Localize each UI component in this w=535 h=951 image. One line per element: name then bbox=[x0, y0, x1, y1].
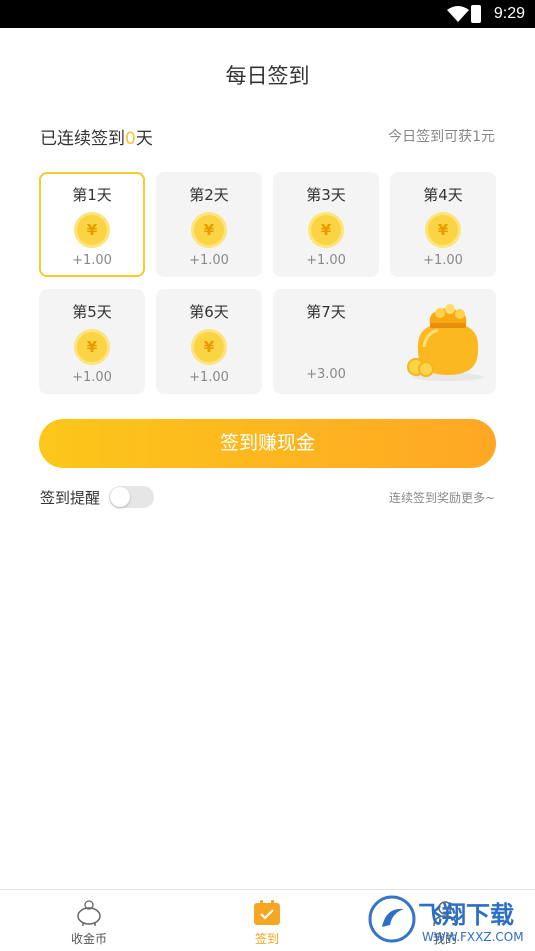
more-rewards-text: 连续签到奖励更多~ bbox=[388, 491, 495, 505]
day-card-1[interactable]: 第1天 ¥ +1.00 bbox=[39, 172, 145, 277]
coin-icon: ¥ bbox=[308, 212, 344, 248]
coin-icon: ¥ bbox=[74, 329, 110, 365]
coin-icon: ¥ bbox=[191, 212, 227, 248]
day-amount: +1.00 bbox=[72, 370, 112, 385]
toggle-knob bbox=[110, 487, 130, 507]
reminder-toggle[interactable] bbox=[109, 486, 154, 508]
day-amount: +1.00 bbox=[189, 370, 229, 385]
day-label: 第4天 bbox=[423, 186, 463, 204]
day-card-4[interactable]: 第4天 ¥ +1.00 bbox=[390, 172, 496, 277]
sign-in-button[interactable]: 签到赚现金 bbox=[39, 419, 496, 468]
day-label: 第3天 bbox=[306, 186, 346, 204]
checkin-grid: 第1天 ¥ +1.00 第2天 ¥ +1.00 第3天 ¥ +1.00 第4天 … bbox=[39, 172, 496, 394]
day-label: 第2天 bbox=[189, 186, 229, 204]
day-label: 第7天 bbox=[306, 303, 346, 321]
page-title: 每日签到 bbox=[225, 64, 310, 88]
day-label: 第6天 bbox=[189, 303, 229, 321]
coin-icon: ¥ bbox=[191, 329, 227, 365]
watermark-url: WWW.FXXZ.COM bbox=[422, 930, 524, 944]
day-amount: +1.00 bbox=[72, 253, 112, 268]
day-amount: +3.00 bbox=[306, 367, 346, 382]
nav-label: 签到 bbox=[254, 932, 279, 946]
watermark-logo: 飞翔下载 WWW.FXXZ.COM bbox=[368, 895, 524, 944]
status-bar: 9:29 bbox=[0, 0, 535, 28]
day-card-7[interactable]: 第7天 +3.00 bbox=[273, 289, 496, 394]
reminder-label: 签到提醒 bbox=[40, 489, 101, 507]
day-card-3[interactable]: 第3天 ¥ +1.00 bbox=[273, 172, 379, 277]
money-bag-icon bbox=[407, 304, 484, 381]
day-card-5[interactable]: 第5天 ¥ +1.00 bbox=[39, 289, 145, 394]
day-amount: +1.00 bbox=[189, 253, 229, 268]
day-card-2[interactable]: 第2天 ¥ +1.00 bbox=[156, 172, 262, 277]
streak-count: 0 bbox=[125, 129, 136, 149]
coin-icon: ¥ bbox=[425, 212, 461, 248]
streak-suffix: 天 bbox=[135, 129, 153, 149]
wifi-icon bbox=[447, 6, 469, 22]
day-card-6[interactable]: 第6天 ¥ +1.00 bbox=[156, 289, 262, 394]
coin-icon: ¥ bbox=[74, 212, 110, 248]
day-label: 第1天 bbox=[72, 186, 112, 204]
streak-text: 已连续签到0天 bbox=[40, 124, 153, 149]
nav-item-coins[interactable]: 收金币 bbox=[29, 890, 149, 951]
nav-label: 收金币 bbox=[70, 932, 107, 946]
nav-item-checkin[interactable]: 签到 bbox=[207, 890, 327, 951]
today-reward: 今日签到可获1元 bbox=[388, 129, 495, 145]
day-label: 第5天 bbox=[72, 303, 112, 321]
watermark-text: 飞翔下载 bbox=[418, 901, 514, 929]
day-amount: +1.00 bbox=[423, 253, 463, 268]
battery-icon bbox=[471, 5, 481, 23]
day-amount: +1.00 bbox=[306, 253, 346, 268]
clock: 9:29 bbox=[493, 5, 525, 22]
piggy-bank-icon bbox=[77, 900, 101, 926]
calendar-check-icon bbox=[254, 900, 280, 925]
streak-prefix: 已连续签到 bbox=[40, 129, 125, 149]
